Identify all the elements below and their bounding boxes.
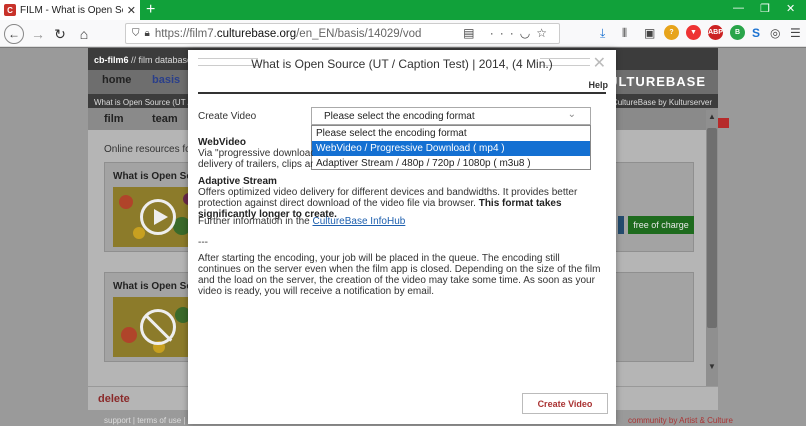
queue-description: After starting the encoding, your job wi…	[198, 253, 601, 297]
create-video-modal: What is Open Source (UT / Caption Test) …	[188, 50, 616, 424]
forward-arrow-icon[interactable]: →	[28, 24, 48, 44]
action-bar	[618, 216, 624, 234]
webvideo-heading: WebVideo	[198, 137, 246, 148]
url-text: https://film7.culturebase.org/en_EN/basi…	[154, 27, 422, 40]
site-brand[interactable]: cb-film6 // film database	[94, 55, 192, 65]
encoding-format-dropdown: Please select the encoding format WebVid…	[311, 125, 591, 170]
infohub-link[interactable]: CultureBase InfoHub	[313, 216, 406, 227]
abp-icon[interactable]: ABP	[708, 25, 723, 40]
footer-credit[interactable]: community by Artist & Culture	[628, 416, 733, 425]
tab-close-icon[interactable]: ✕	[127, 4, 136, 17]
play-icon[interactable]	[140, 199, 176, 235]
browser-tab[interactable]: C FILM - What is Open Source (U ✕	[0, 0, 140, 20]
ublock-icon[interactable]: ▼	[686, 25, 701, 40]
shield-icon[interactable]: ⛉	[132, 28, 140, 39]
pocket-icon[interactable]: ◡	[520, 26, 536, 40]
delete-link[interactable]: delete	[98, 393, 130, 405]
culturebase-byline: CultureBase by Kulturserver	[611, 98, 712, 107]
library-icon[interactable]: ⫴	[622, 26, 627, 41]
browser-nav-bar: ← → ↻ ⌂ ⛉ 🔒︎ https://film7.culturebase.o…	[0, 20, 806, 47]
help-link[interactable]: Help	[588, 80, 608, 90]
page-scrollbar[interactable]: ▲ ▼	[706, 110, 718, 390]
modal-header: What is Open Source (UT / Caption Test) …	[188, 50, 616, 76]
chevron-down-icon: ⌄	[567, 109, 576, 120]
restore-icon[interactable]: ❐	[760, 2, 770, 15]
free-of-charge-badge: free of charge	[628, 216, 694, 234]
create-video-button[interactable]: Create Video	[522, 393, 608, 414]
encoding-format-select[interactable]: Please select the encoding format ⌄	[311, 107, 591, 125]
url-actions: ▤ ···◡☆	[463, 26, 553, 40]
reload-icon[interactable]: ↻	[50, 24, 70, 44]
more-icon[interactable]: ···	[490, 26, 520, 40]
minimize-icon[interactable]: —	[733, 2, 744, 14]
scroll-thumb[interactable]	[707, 128, 717, 328]
header-breadcrumb: What is Open Source (UT / Ca	[94, 98, 203, 107]
extension-badge-icon[interactable]: ?	[664, 25, 679, 40]
footer-links[interactable]: support | terms of use | co	[104, 416, 196, 425]
tab-title: FILM - What is Open Source (U	[20, 4, 123, 16]
option-placeholder[interactable]: Please select the encoding format	[312, 126, 590, 141]
create-video-label: Create Video	[198, 111, 257, 122]
webvideo-description: Via "progressive download", the delivery…	[198, 148, 313, 170]
adaptive-stream-heading: Adaptive Stream	[198, 176, 277, 187]
option-webvideo-mp4[interactable]: WebVideo / Progressive Download ( mp4 )	[312, 141, 590, 156]
menu-icon[interactable]: ☰	[790, 26, 801, 40]
select-value: Please select the encoding format	[324, 111, 475, 122]
extension-s-icon[interactable]: S	[752, 26, 760, 40]
extension-green-icon[interactable]: B	[730, 25, 745, 40]
new-tab-icon[interactable]: +	[146, 1, 155, 19]
browser-tab-bar: C FILM - What is Open Source (U ✕ + — ❐ …	[0, 0, 806, 20]
menu-item-home[interactable]: home	[102, 74, 131, 86]
menu-item-basis[interactable]: basis	[152, 74, 180, 86]
modal-divider	[198, 92, 606, 94]
option-adaptive-m3u8[interactable]: Adaptiver Stream / 480p / 720p / 1080p (…	[312, 156, 590, 171]
close-icon[interactable]: ✕	[593, 53, 606, 73]
unavailable-icon	[140, 309, 176, 345]
download-icon[interactable]: ⤓	[600, 26, 605, 41]
account-icon[interactable]: ◎	[770, 26, 780, 40]
scroll-up-icon[interactable]: ▲	[708, 112, 716, 121]
tab-film[interactable]: film	[104, 113, 124, 125]
close-window-icon[interactable]: ✕	[786, 2, 795, 15]
culturebase-favicon-icon: C	[4, 4, 16, 16]
url-bar[interactable]: ⛉ 🔒︎ https://film7.culturebase.org/en_EN…	[125, 23, 560, 44]
scroll-down-icon[interactable]: ▼	[708, 362, 716, 371]
bookmark-star-icon[interactable]: ☆	[536, 26, 553, 40]
lock-icon[interactable]: 🔒︎	[145, 28, 150, 39]
reader-view-icon[interactable]: ▤	[463, 26, 480, 40]
sidebar-icon[interactable]: ▣	[644, 26, 655, 40]
infohub-line: Further information in the CultureBase I…	[198, 216, 406, 227]
back-arrow-icon[interactable]: ←	[4, 24, 24, 44]
tab-team[interactable]: team	[152, 113, 178, 125]
separator-text: ---	[198, 237, 208, 248]
home-icon[interactable]: ⌂	[74, 24, 94, 44]
modal-title: What is Open Source (UT / Caption Test) …	[251, 57, 553, 71]
